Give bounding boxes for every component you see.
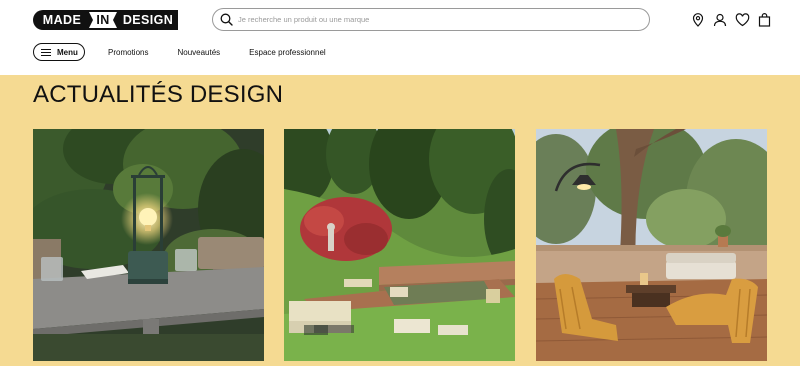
search-icon[interactable] <box>220 13 234 27</box>
header-actions <box>690 12 772 28</box>
heart-icon[interactable] <box>734 12 750 28</box>
terrace-lounge-chairs-photo <box>536 129 767 361</box>
logo-made: MADE <box>33 10 88 30</box>
news-card-1[interactable] <box>33 129 264 361</box>
logo-in: IN <box>88 10 118 30</box>
menu-button[interactable]: Menu <box>33 43 85 61</box>
nav-link-nouveautes[interactable]: Nouveautés <box>177 48 220 57</box>
nav-link-promotions[interactable]: Promotions <box>108 48 148 57</box>
nav-link-espace-professionnel[interactable]: Espace professionnel <box>249 48 326 57</box>
section-title: ACTUALITÉS DESIGN <box>33 81 284 108</box>
search-bar[interactable] <box>212 8 650 31</box>
shopping-bag-icon[interactable] <box>756 12 772 28</box>
user-icon[interactable] <box>712 12 728 28</box>
garden-pool-lounge-photo <box>284 129 515 361</box>
news-card-3[interactable] <box>536 129 767 361</box>
hamburger-icon <box>41 48 51 56</box>
news-section: ACTUALITÉS DESIGN <box>0 75 800 366</box>
logo-design: DESIGN <box>118 10 178 30</box>
menu-label: Menu <box>57 47 78 57</box>
news-card-2[interactable] <box>284 129 515 361</box>
outdoor-table-lamp-photo <box>33 129 264 361</box>
location-pin-icon[interactable] <box>690 12 706 28</box>
main-nav: Menu Promotions Nouveautés Espace profes… <box>33 43 326 61</box>
search-input[interactable] <box>238 9 649 30</box>
site-header: MADE IN DESIGN Je recherche un produit o… <box>0 0 800 75</box>
site-logo[interactable]: MADE IN DESIGN <box>33 10 178 30</box>
